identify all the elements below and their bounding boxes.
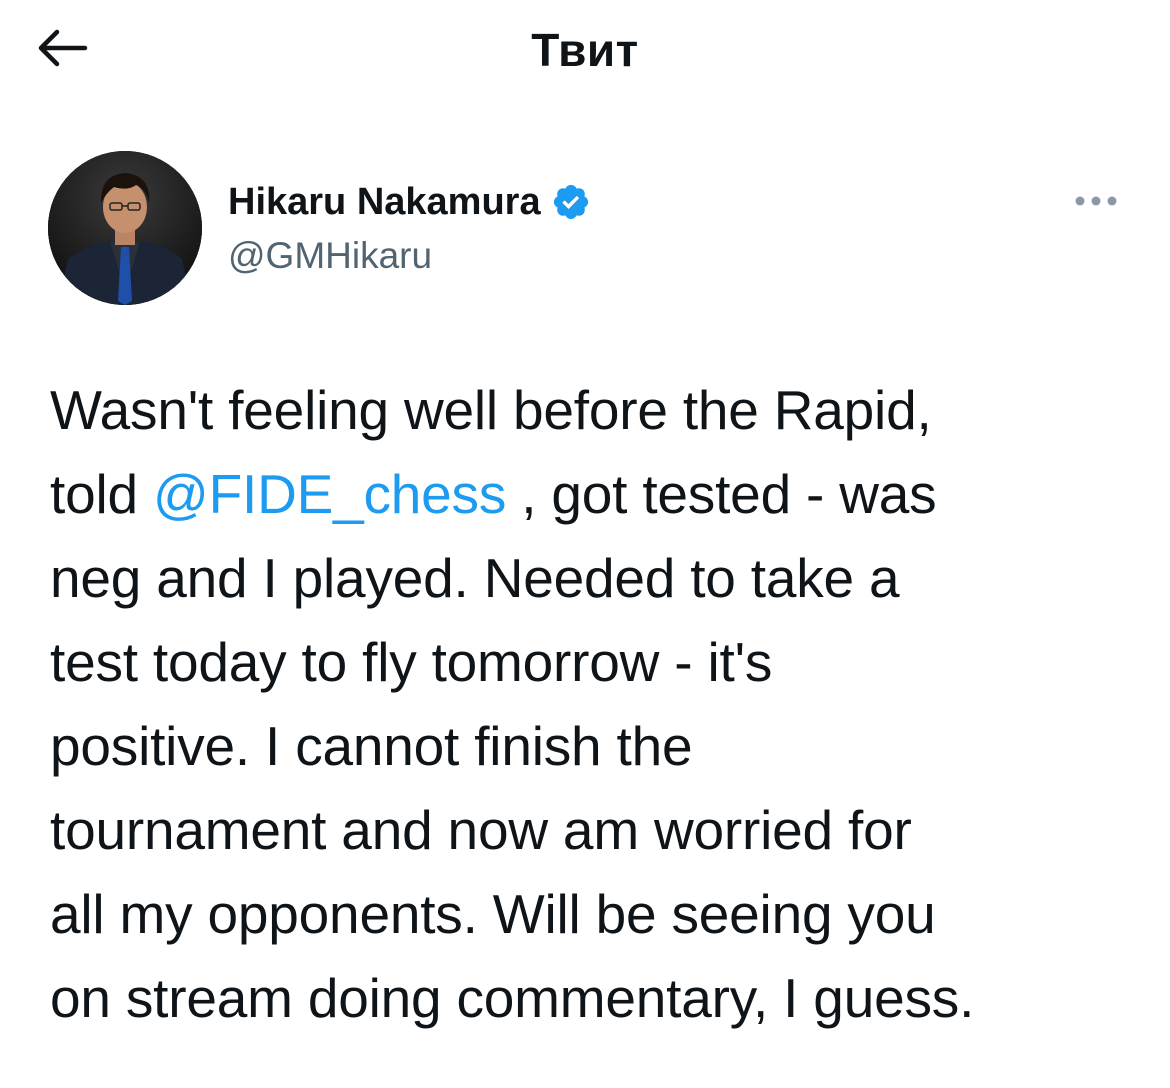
top-bar: Твит [0,0,1170,100]
author-name[interactable]: Hikaru Nakamura [228,178,541,226]
tweet-line: positive. I cannot finish the [50,715,693,777]
tweet-line: told @FIDE_chess , got tested - was [50,463,937,525]
author-name-row[interactable]: Hikaru Nakamura [228,178,591,226]
tweet-line: all my opponents. Will be seeing you [50,883,936,945]
tweet-line: on stream doing commentary, I guess. [50,967,975,1029]
verified-badge-icon [551,182,591,222]
author-handle[interactable]: @GMHikaru [228,232,432,280]
more-horizontal-icon [1074,194,1118,212]
avatar[interactable] [48,151,202,305]
mention-link[interactable]: @FIDE_chess [153,463,506,525]
tweet-line: neg and I played. Needed to take a [50,547,900,609]
tweet-line: test today to fly tomorrow - it's [50,631,773,693]
more-options-button[interactable] [1066,186,1126,220]
page-title: Твит [531,24,639,76]
tweet-text: Wasn't feeling well before the Rapid, to… [50,368,1140,1040]
tweet-line: tournament and now am worried for [50,799,912,861]
tweet-line: Wasn't feeling well before the Rapid, [50,379,932,441]
